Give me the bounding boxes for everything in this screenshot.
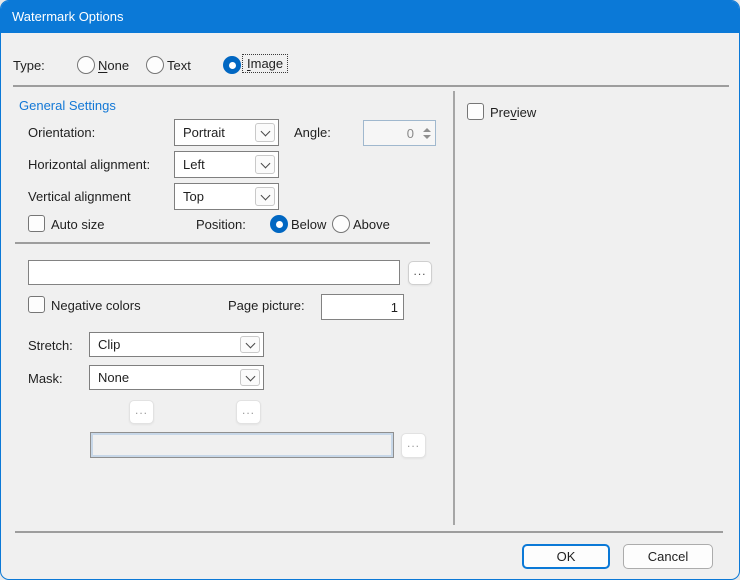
radio-dot (276, 221, 283, 228)
spin-up-icon (423, 128, 431, 132)
auto-size-label[interactable]: Auto size (51, 217, 104, 232)
page-picture-label: Page picture: (228, 298, 305, 313)
chevron-down-icon (245, 338, 255, 348)
stretch-value: Clip (98, 337, 120, 352)
radio-below[interactable] (270, 215, 288, 233)
footer-separator (15, 531, 723, 533)
vertical-alignment-combobox[interactable]: Top (174, 183, 279, 210)
browse-mask-button[interactable]: ... (401, 433, 426, 458)
ok-button[interactable]: OK (522, 544, 610, 569)
position-label: Position: (196, 217, 246, 232)
radio-none[interactable] (77, 56, 95, 74)
radio-above-label[interactable]: Above (353, 217, 390, 232)
spinner-arrows (419, 121, 435, 145)
mask-dropdown-button[interactable] (240, 369, 260, 386)
orientation-value: Portrait (183, 125, 225, 140)
radio-text-label[interactable]: Text (167, 58, 191, 73)
angle-value: 0 (364, 126, 419, 141)
watermark-options-dialog: Watermark Options Type: None Text Image … (0, 0, 740, 580)
vertical-alignment-value: Top (183, 189, 204, 204)
horizontal-alignment-value: Left (183, 157, 205, 172)
radio-dot (229, 62, 236, 69)
mask-combobox[interactable]: None (89, 365, 264, 390)
radio-above[interactable] (332, 215, 350, 233)
horizontal-dropdown-button[interactable] (255, 155, 275, 174)
chevron-down-icon (260, 158, 270, 168)
stretch-combobox[interactable]: Clip (89, 332, 264, 357)
extra-button-a[interactable]: ... (129, 400, 154, 424)
window-title: Watermark Options (12, 9, 124, 24)
horizontal-alignment-combobox[interactable]: Left (174, 151, 279, 178)
radio-below-label[interactable]: Below (291, 217, 326, 232)
angle-spinner: 0 (363, 120, 436, 146)
radio-image-label[interactable]: Image (242, 54, 288, 73)
page-picture-input[interactable] (321, 294, 404, 320)
horizontal-alignment-label: Horizontal alignment: (28, 157, 150, 172)
preview-label[interactable]: Preview (490, 105, 536, 120)
preview-checkbox[interactable] (467, 103, 484, 120)
cancel-button[interactable]: Cancel (623, 544, 713, 569)
spin-down-icon (423, 135, 431, 139)
orientation-dropdown-button[interactable] (255, 123, 275, 142)
negative-colors-checkbox[interactable] (28, 296, 45, 313)
chevron-down-icon (245, 371, 255, 381)
mask-value: None (98, 370, 129, 385)
vertical-alignment-label: Vertical alignment (28, 189, 131, 204)
title-bar: Watermark Options (1, 1, 739, 33)
angle-label: Angle: (294, 125, 331, 140)
negative-colors-label[interactable]: Negative colors (51, 298, 141, 313)
radio-none-label[interactable]: None (98, 58, 129, 73)
panel-separator (453, 91, 455, 525)
image-path-input[interactable] (28, 260, 400, 285)
extra-button-b[interactable]: ... (236, 400, 261, 424)
type-label: Type: (13, 58, 45, 73)
section-separator (15, 242, 430, 244)
chevron-down-icon (260, 190, 270, 200)
browse-image-button[interactable]: ... (408, 261, 432, 285)
mask-path-input[interactable] (90, 432, 394, 458)
radio-image[interactable] (223, 56, 241, 74)
auto-size-checkbox[interactable] (28, 215, 45, 232)
type-separator (13, 85, 729, 87)
stretch-dropdown-button[interactable] (240, 336, 260, 353)
general-settings-heading: General Settings (19, 98, 116, 113)
orientation-label: Orientation: (28, 125, 95, 140)
stretch-label: Stretch: (28, 338, 73, 353)
chevron-down-icon (260, 126, 270, 136)
vertical-dropdown-button[interactable] (255, 187, 275, 206)
radio-text[interactable] (146, 56, 164, 74)
orientation-combobox[interactable]: Portrait (174, 119, 279, 146)
mask-label: Mask: (28, 371, 63, 386)
